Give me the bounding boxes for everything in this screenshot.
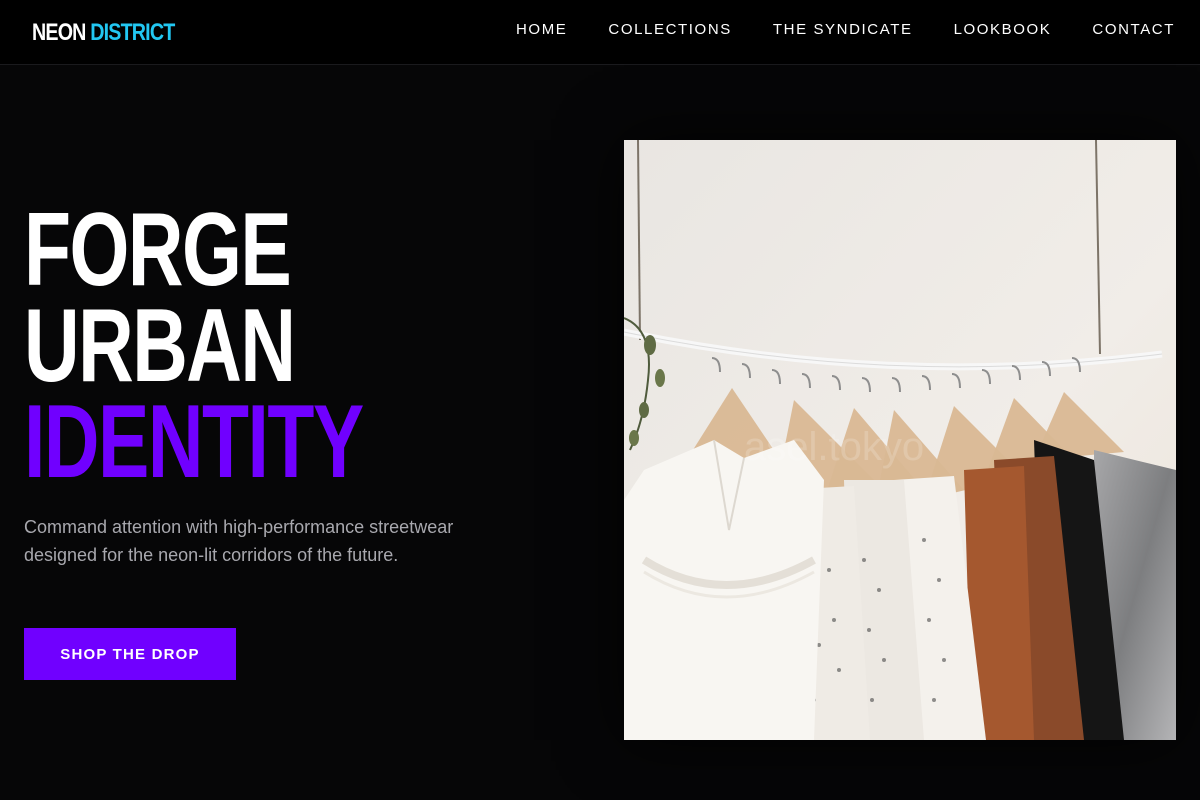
nav-item-lookbook[interactable]: LOOKBOOK [954,20,1052,40]
svg-text:asel.tokyo: asel.tokyo [744,425,924,469]
nav-item-collections[interactable]: COLLECTIONS [608,20,731,40]
hero-headline: FORGE URBAN IDENTITY [24,192,364,500]
page: NEON DISTRICT HOME COLLECTIONS THE SYNDI… [0,0,1200,800]
headline-line-3: IDENTITY [24,384,364,500]
brand-logo[interactable]: NEON DISTRICT [32,19,175,46]
nav-item-contact[interactable]: CONTACT [1092,20,1175,40]
hero-lead-text: Command attention with high-performance … [24,517,454,565]
headline-line-1: FORGE [24,192,292,308]
nav-item-the-syndicate[interactable]: THE SYNDICATE [773,20,913,40]
brand-name-part2: DISTRICT [90,19,175,46]
main-nav: HOME COLLECTIONS THE SYNDICATE LOOKBOOK … [516,20,1175,40]
site-header: NEON DISTRICT HOME COLLECTIONS THE SYNDI… [0,0,1200,65]
brand-name-part1: NEON [32,19,86,46]
nav-item-home[interactable]: HOME [516,20,567,40]
headline-line-2: URBAN [24,288,296,404]
shop-the-drop-button[interactable]: SHOP THE DROP [24,628,236,680]
hero-clothing-rack-image: asel.tokyo [624,140,1176,740]
